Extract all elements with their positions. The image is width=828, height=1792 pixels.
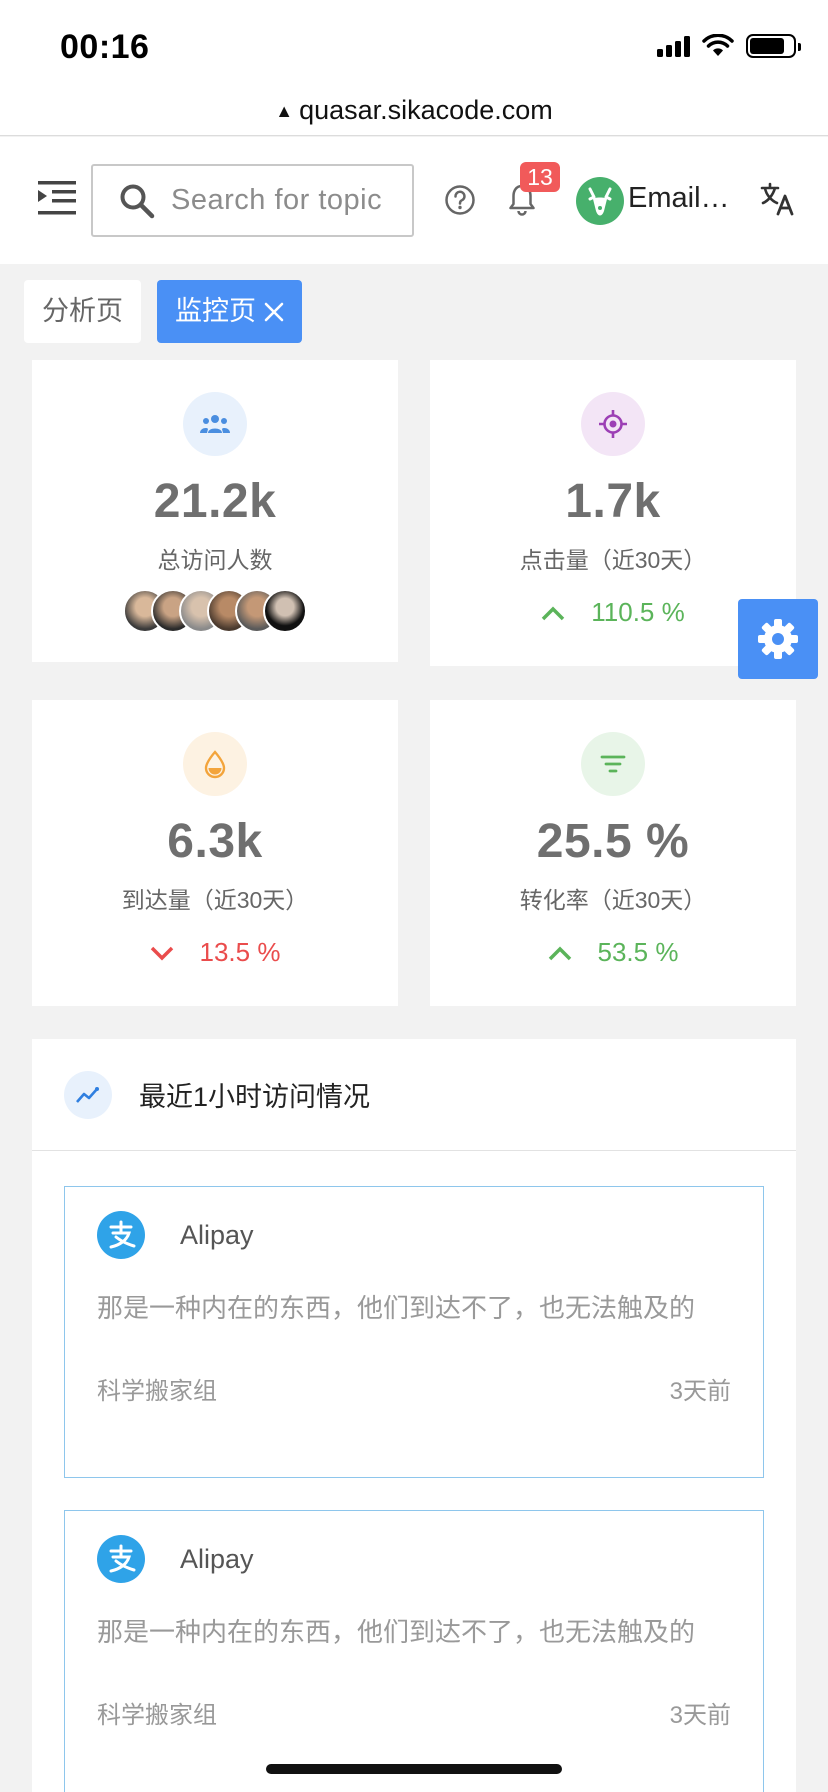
drop-icon	[183, 732, 247, 796]
browser-url-bar[interactable]: ▲ quasar.sikacode.com	[0, 88, 828, 136]
avatar[interactable]	[576, 177, 624, 225]
stat-card-arrivals: 6.3k 到达量（近30天） 13.5 %	[32, 700, 398, 1006]
tab-analysis[interactable]: 分析页	[24, 280, 141, 343]
list-item[interactable]: Alipay 那是一种内在的东西，他们到达不了，也无法触及的 科学搬家组 3天前	[64, 1510, 764, 1792]
avatar	[263, 589, 307, 633]
cellular-signal-icon	[657, 35, 690, 57]
translate-icon[interactable]	[760, 182, 796, 216]
trend-value: 53.5 %	[597, 937, 679, 967]
status-icons	[657, 34, 801, 58]
chevron-down-icon	[150, 946, 173, 960]
trend-chart-icon	[64, 1070, 112, 1119]
target-icon	[581, 392, 645, 456]
settings-button[interactable]	[738, 599, 818, 679]
item-title: Alipay	[180, 1543, 254, 1574]
app-header: 13 Email…	[0, 137, 828, 264]
filter-icon	[581, 732, 645, 796]
recent-activity-panel: 最近1小时访问情况 Alipay 那是一种内在的东西，他们到达不了，也无法触及的…	[32, 1039, 796, 1792]
trend-indicator: 13.5 %	[32, 937, 398, 968]
stat-card-conversion: 25.5 % 转化率（近30天） 53.5 %	[430, 700, 796, 1006]
panel-header: 最近1小时访问情况	[32, 1039, 796, 1151]
page-tabs: 分析页 监控页	[24, 280, 302, 343]
stat-card-visitors: 21.2k 总访问人数	[32, 360, 398, 662]
tab-monitor-label: 监控页	[175, 296, 256, 326]
search-input[interactable]	[171, 184, 391, 217]
user-name[interactable]: Email…	[628, 182, 730, 215]
wifi-icon	[702, 34, 734, 56]
status-bar: 00:16	[0, 0, 828, 98]
stat-value: 25.5 %	[536, 815, 690, 868]
item-group: 科学搬家组	[97, 1702, 217, 1729]
stat-value: 21.2k	[153, 475, 277, 528]
item-description: 那是一种内在的东西，他们到达不了，也无法触及的	[97, 1617, 696, 1647]
stat-value: 1.7k	[565, 475, 661, 528]
item-title: Alipay	[180, 1219, 254, 1250]
battery-icon	[746, 34, 801, 58]
menu-fold-icon	[38, 181, 76, 215]
tab-monitor[interactable]: 监控页	[157, 280, 302, 343]
help-icon[interactable]	[444, 184, 476, 216]
stat-label: 转化率（近30天）	[519, 887, 707, 913]
menu-toggle-button[interactable]	[38, 179, 76, 217]
panel-title: 最近1小时访问情况	[139, 1082, 371, 1112]
trend-indicator: 53.5 %	[430, 937, 796, 968]
deer-logo-icon	[588, 187, 612, 216]
trend-value: 110.5 %	[591, 597, 685, 627]
stat-label: 点击量（近30天）	[519, 547, 707, 573]
item-time: 3天前	[669, 1702, 731, 1729]
stat-label: 到达量（近30天）	[121, 887, 309, 913]
people-icon	[183, 392, 247, 456]
stat-label: 总访问人数	[157, 547, 273, 573]
warning-icon: ▲	[275, 101, 294, 121]
trend-value: 13.5 %	[199, 937, 281, 967]
status-time: 00:16	[60, 28, 150, 66]
chevron-up-icon	[548, 946, 571, 960]
stat-value: 6.3k	[167, 815, 263, 868]
alipay-logo-icon	[97, 1535, 145, 1583]
close-icon[interactable]	[264, 302, 284, 322]
list-item[interactable]: Alipay 那是一种内在的东西，他们到达不了，也无法触及的 科学搬家组 3天前	[64, 1186, 764, 1478]
notification-badge: 13	[520, 162, 560, 192]
search-box[interactable]	[91, 164, 414, 237]
search-icon	[120, 184, 155, 218]
alipay-logo-icon	[97, 1211, 145, 1259]
item-group: 科学搬家组	[97, 1378, 217, 1405]
item-description: 那是一种内在的东西，他们到达不了，也无法触及的	[97, 1293, 696, 1323]
chevron-up-icon	[542, 606, 565, 620]
home-indicator[interactable]	[266, 1764, 562, 1774]
item-time: 3天前	[669, 1378, 731, 1405]
url-text: quasar.sikacode.com	[299, 95, 553, 125]
gear-icon	[758, 619, 798, 659]
visitor-avatars	[32, 589, 398, 633]
